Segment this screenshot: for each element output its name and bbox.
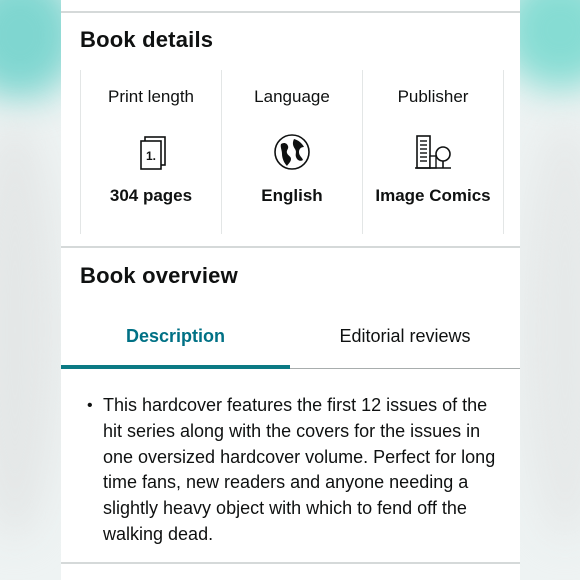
bullet-icon: •: [87, 397, 93, 414]
building-icon: [415, 135, 451, 169]
description-list: • This hardcover features the first 12 i…: [87, 393, 497, 548]
divider: [61, 562, 520, 564]
page-count-icon-text: 1.: [146, 149, 156, 163]
globe-icon: [274, 134, 310, 170]
divider: [61, 11, 520, 13]
detail-label: Print length: [108, 87, 194, 106]
detail-print-length[interactable]: Print length 1. 304 pages: [81, 70, 222, 234]
tab-editorial-reviews[interactable]: Editorial reviews: [290, 326, 520, 347]
list-item: • This hardcover features the first 12 i…: [87, 393, 497, 548]
page-count-icon: 1.: [140, 136, 166, 170]
book-overview-heading: Book overview: [80, 263, 238, 288]
detail-value: 304 pages: [109, 186, 193, 205]
detail-value: Image Comics: [375, 186, 491, 205]
backdrop-blob: [0, 120, 60, 540]
tab-description[interactable]: Description: [61, 326, 290, 347]
backdrop-blob: [520, 120, 580, 540]
detail-label: Language: [254, 87, 330, 106]
divider: [61, 246, 520, 248]
product-card: Book details Print length 1. 304 pages L…: [61, 0, 520, 580]
detail-value: English: [261, 186, 323, 205]
detail-language[interactable]: Language English: [222, 70, 363, 234]
overview-tabs: Description Editorial reviews: [61, 310, 520, 370]
detail-label: Publisher: [397, 87, 469, 106]
detail-publisher[interactable]: Publisher Image Comics: [363, 70, 504, 234]
book-details-heading: Book details: [80, 27, 214, 52]
book-details-grid: Print length 1. 304 pages Language Engli…: [80, 70, 506, 234]
description-text: This hardcover features the first 12 iss…: [103, 395, 496, 544]
active-tab-indicator: [61, 365, 290, 369]
